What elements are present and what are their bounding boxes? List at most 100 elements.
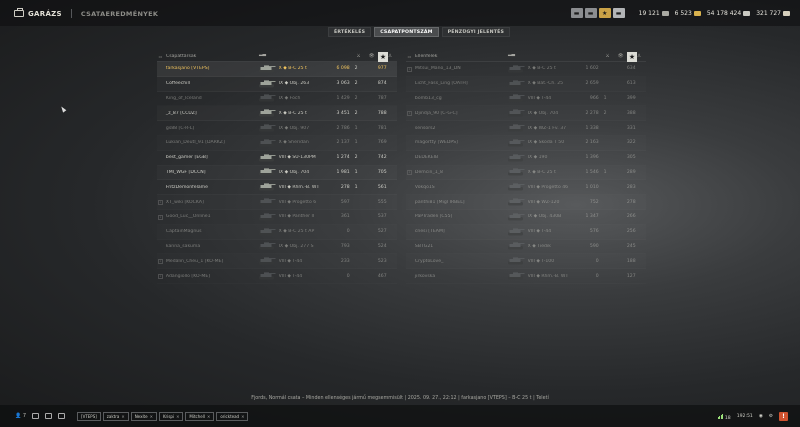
player-row[interactable]: 1 Good_Luc__Online1 VIII ◆ Panther II 361 53… xyxy=(157,210,397,225)
chip-item[interactable]: [VTEPS] xyxy=(77,411,101,421)
player-row[interactable]: CryptoLove_ VIII ◆ T-100 0 188 xyxy=(406,254,646,269)
chip-item[interactable]: zaktra ✕ xyxy=(102,411,129,421)
player-row[interactable]: Vokqo1S VIII ◆ Progetto 46 1 010 283 xyxy=(406,180,646,195)
player-row[interactable]: magortty [WEDPS] IX ◆ Škoda T 50 2 163 322 xyxy=(406,136,646,151)
player-row[interactable]: DEDEKEIB IX ◆ 190 1 396 305 xyxy=(406,151,646,166)
close-icon[interactable]: ✕ xyxy=(150,414,153,419)
player-row[interactable]: farkasjano [VTEPS] X ◆ B-C 25 t 6 098 2 977 xyxy=(157,62,397,77)
player-name[interactable]: TMI_WGF [DCCN] xyxy=(164,170,258,175)
medal-header-icon[interactable]: ♙ xyxy=(388,54,396,59)
gear-icon[interactable]: ⚙ xyxy=(769,414,773,419)
player-name[interactable]: Mitsui_Mano_13_DN xyxy=(413,66,507,71)
player-name[interactable]: cnesi [TEAM] xyxy=(413,229,507,234)
player-row[interactable]: 1 Mitsui_Mano_13_DN X ◆ B-C 25 t 1 602 634 xyxy=(406,62,646,77)
player-name[interactable]: Vokqo1S xyxy=(413,185,507,190)
player-name[interactable]: kanna_sakuma xyxy=(164,244,258,249)
player-row[interactable]: SBTG21 X ◆ Tiedik 590 245 xyxy=(406,240,646,255)
player-row[interactable]: panthi81 [MigI IRBEL] VIII ◆ WZ-120 752 278 xyxy=(406,195,646,210)
player-row[interactable]: sensors2 IX ◆ WZ-1 Fv. 37 1 338 331 xyxy=(406,121,646,136)
star-sort-icon[interactable]: ★ xyxy=(378,51,388,62)
player-row[interactable]: CaptainMagnus X ◆ B-C 25 t AP 0 527 xyxy=(157,225,397,240)
tab-team-score[interactable]: CSAPATPONTSZÁM xyxy=(374,27,439,37)
player-name[interactable]: Good_Luc__Online1 xyxy=(164,214,258,219)
spot-header-icon[interactable]: 👁 xyxy=(365,54,378,59)
premium-icons[interactable]: ▬ ▬ ★ ▬ xyxy=(570,8,625,18)
player-name[interactable]: FritzDemonfelame xyxy=(164,185,258,190)
player-name[interactable]: King_of_Iceland xyxy=(164,96,258,101)
clan-icon[interactable] xyxy=(58,413,66,419)
star-premium-icon[interactable]: ★ xyxy=(598,8,611,18)
garage-link[interactable]: GARÁZS CSATAEREDMÉNYEK xyxy=(14,8,158,18)
player-name[interactable]: CryptoLove_ xyxy=(413,259,507,264)
player-row[interactable]: PaPTradeli [C55] IX ◆ Obj. 430B 1 347 266 xyxy=(406,210,646,225)
player-name[interactable]: jirkovska xyxy=(413,274,507,279)
player-row[interactable]: best_gamer [EGB] VIII ◆ SU-130PM 1 274 2 742 xyxy=(157,151,397,166)
player-name[interactable]: SBTG21 xyxy=(413,244,507,249)
player-name[interactable]: magortty [WEDPS] xyxy=(413,140,507,145)
frags-header-icon[interactable]: ⚔ xyxy=(601,54,614,59)
player-row[interactable]: 1 Djindja_90 [C-G-C] IX ◆ Obj. 704 2 278 2 38… xyxy=(406,106,646,121)
player-count-status[interactable]: 18 xyxy=(717,413,731,421)
player-name[interactable]: Medalin_Cheu_1 [KO-ME] xyxy=(164,259,258,264)
player-name[interactable]: gs88 [C-R-L] xyxy=(164,126,258,131)
player-name[interactable]: Demcin_1_8 xyxy=(413,170,507,175)
player-row[interactable]: jirkovska VIII ◆ Rhm.-B. WT 0 127 xyxy=(406,269,646,284)
player-name[interactable]: CaptainMagnus xyxy=(164,229,258,234)
notifications-icon[interactable] xyxy=(45,413,53,419)
player-name[interactable]: panthi81 [MigI IRBEL] xyxy=(413,200,507,205)
player-name[interactable]: best_gamer [EGB] xyxy=(164,155,258,160)
player-row[interactable]: bomb13_cg VIII ◆ T-44 966 1 399 xyxy=(406,92,646,107)
player-name[interactable]: Licht_Fass_Ling [OATH] xyxy=(413,81,507,86)
player-name[interactable]: PaPTradeli [C55] xyxy=(413,214,507,219)
enemy-team-title[interactable]: Ellenfelek xyxy=(413,54,508,59)
player-row[interactable]: 1 XT_wiki [KOCKA] VIII ◆ Progetto 6 597 555 xyxy=(157,195,397,210)
player-name[interactable]: bomb13_cg xyxy=(413,96,507,101)
alert-icon[interactable]: ! xyxy=(779,412,788,421)
eye-icon[interactable]: ◉ xyxy=(759,414,763,419)
player-name[interactable]: DEDEKEIB xyxy=(413,155,507,160)
player-row[interactable]: Coffeechill IX ◆ Obj. 263 3 063 2 874 xyxy=(157,77,397,92)
player-row[interactable]: 1 Medalin_Cheu_1 [KO-ME] VIII ◆ T-44 233 523 xyxy=(157,254,397,269)
player-row[interactable]: King_of_Iceland IX ◆ Foch 1 429 2 787 xyxy=(157,92,397,107)
player-name[interactable]: Lukian_Deutl_91 [DARKZ] xyxy=(164,140,258,145)
chip-item[interactable]: oricktead ✕ xyxy=(216,411,249,421)
premium-tank-icon[interactable]: ▬ xyxy=(570,8,583,18)
spot-header-icon[interactable]: 👁 xyxy=(614,54,627,59)
medal-header-icon[interactable]: ♙ xyxy=(637,54,645,59)
close-icon[interactable]: ✕ xyxy=(176,414,179,419)
allied-team-title[interactable]: Csapattársak xyxy=(164,54,259,59)
player-row[interactable]: _z_87 [CCUZ] X ◆ B-C 25 t 3 451 2 788 xyxy=(157,106,397,121)
player-row[interactable]: Licht_Fass_Ling [OATH] X ◆ Bat.-Ch. 25 2 6… xyxy=(406,77,646,92)
battle-results-link[interactable]: CSATAEREDMÉNYEK xyxy=(81,10,158,18)
player-name[interactable]: XT_wiki [KOCKA] xyxy=(164,200,258,205)
tab-rating[interactable]: ÉRTÉKELÉS xyxy=(328,27,372,37)
close-icon[interactable]: ✕ xyxy=(207,414,210,419)
player-name[interactable]: _z_87 [CCUZ] xyxy=(164,111,258,116)
player-row[interactable]: Lukian_Deutl_91 [DARKZ] X ◆ Sheridan 2 137… xyxy=(157,136,397,151)
close-icon[interactable]: ✕ xyxy=(241,414,244,419)
chip-item[interactable]: Krispi ✕ xyxy=(158,411,184,421)
player-name[interactable]: farkasjano [VTEPS] xyxy=(164,66,258,71)
player-row[interactable]: 1 Adangiollo [KO-ME] VIII ◆ T-44 0 467 xyxy=(157,269,397,284)
player-name[interactable]: Coffeechill xyxy=(164,81,258,86)
player-row[interactable]: cnesi [TEAM] VIII ◆ T-44 576 256 xyxy=(406,225,646,240)
players-button[interactable]: 👤 7 xyxy=(15,413,26,419)
player-row[interactable]: gs88 [C-R-L] IX ◆ Obj. 907 2 786 1 781 xyxy=(157,121,397,136)
star-sort-icon[interactable]: ★ xyxy=(627,51,637,62)
tank-header-icon: ▂▃ xyxy=(259,51,267,57)
player-name[interactable]: sensors2 xyxy=(413,126,507,131)
chip-item[interactable]: Nexite ✕ xyxy=(130,411,157,421)
player-name[interactable]: Djindja_90 [C-G-C] xyxy=(413,111,507,116)
player-row[interactable]: kanna_sakuma IX ◆ Obj. 277 S 793 524 xyxy=(157,240,397,255)
account-icon[interactable]: ▬ xyxy=(584,8,597,18)
player-name[interactable]: Adangiollo [KO-ME] xyxy=(164,274,258,279)
player-row[interactable]: 1 Demcin_1_8 X ◆ B-C 25 t1 546 1 289 xyxy=(406,166,646,181)
close-icon[interactable]: ✕ xyxy=(121,414,124,419)
chat-icon[interactable] xyxy=(32,413,40,419)
tab-financial-report[interactable]: PÉNZÜGYI JELENTÉS xyxy=(441,27,511,37)
player-row[interactable]: TMI_WGF [DCCN] IX ◆ Obj. 704 1 981 1 705 xyxy=(157,166,397,181)
chip-item[interactable]: Mitchell ✕ xyxy=(185,411,215,421)
frags-header-icon[interactable]: ⚔ xyxy=(352,54,365,59)
player-row[interactable]: FritzDemonfelame VIII ◆ Rhm.-B. WT 278 1 561 xyxy=(157,180,397,195)
premium-account-icon[interactable]: ▬ xyxy=(612,8,625,18)
